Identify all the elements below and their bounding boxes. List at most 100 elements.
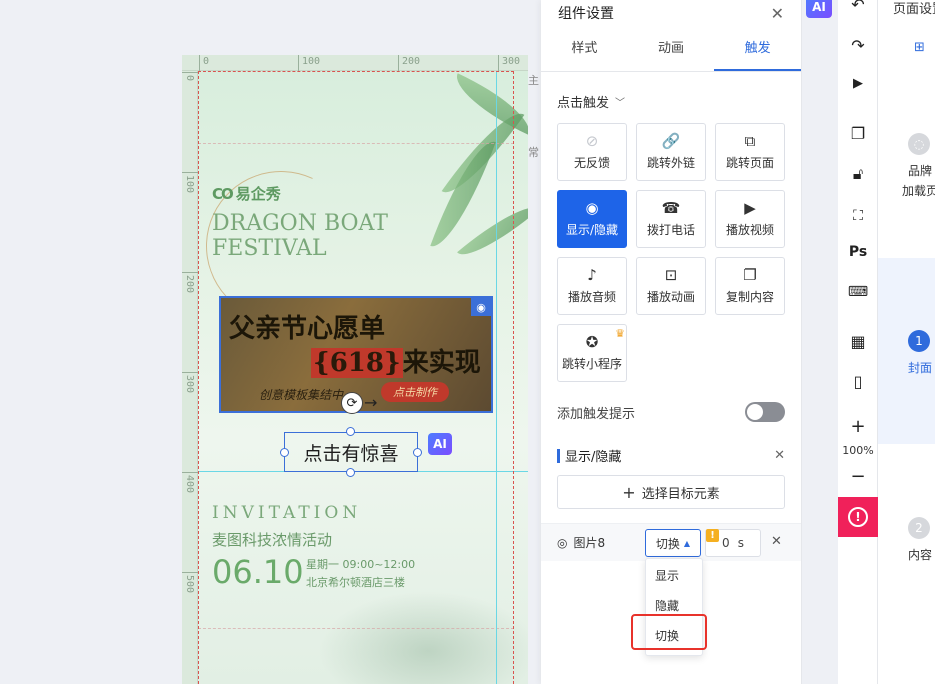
banner-cta: 点击制作 bbox=[381, 382, 449, 402]
resize-handle[interactable] bbox=[346, 468, 355, 477]
action-show-hide[interactable]: ◉ 显示/隐藏 bbox=[557, 190, 627, 248]
play-icon[interactable]: ▶ bbox=[838, 76, 878, 91]
scan-text-icon[interactable]: ⛶ bbox=[838, 208, 878, 224]
action-play-video[interactable]: ▶ 播放视频 bbox=[715, 190, 785, 248]
page-label[interactable]: 品牌 bbox=[908, 162, 932, 179]
trigger-type-dropdown[interactable]: 点击触发 ﹀ bbox=[557, 92, 801, 111]
selected-text-element[interactable]: 点击有惊喜 bbox=[284, 432, 418, 472]
action-mini-program[interactable]: ♛ ✪ 跳转小程序 bbox=[557, 324, 627, 382]
pages-icon[interactable]: ❐ bbox=[838, 124, 878, 143]
chevron-down-icon: ﹀ bbox=[615, 98, 626, 109]
rotate-handle-icon[interactable]: ⟳ bbox=[341, 392, 363, 414]
banner-tagline: 创意模板集结中 bbox=[259, 388, 344, 402]
close-icon[interactable]: ✕ bbox=[774, 448, 785, 463]
animation-icon: ⊡ bbox=[664, 266, 678, 284]
resize-handle[interactable] bbox=[280, 448, 289, 457]
ai-button[interactable]: AI bbox=[806, 0, 832, 18]
action-jump-page[interactable]: ⧉ 跳转页面 bbox=[715, 123, 785, 181]
event-date[interactable]: 06.10 bbox=[212, 553, 304, 591]
action-phone-call[interactable]: ☎ 拨打电话 bbox=[636, 190, 706, 248]
lock-icon[interactable]: 🔓︎ bbox=[838, 164, 878, 184]
event-name[interactable]: 麦图科技浓情活动 bbox=[212, 529, 332, 550]
action-label: 拨打电话 bbox=[646, 223, 695, 237]
bamboo-leaf-icon bbox=[457, 194, 528, 268]
toggle-knob bbox=[747, 404, 763, 420]
play-circle-icon: ▶ bbox=[744, 199, 756, 217]
trigger-hint-label: 添加触发提示 bbox=[557, 406, 636, 422]
show-hide-section-header: 显示/隐藏 ✕ bbox=[557, 446, 785, 465]
action-copy-content[interactable]: ❐ 复制内容 bbox=[715, 257, 785, 315]
editor-canvas[interactable]: 0 100 200 300 0 100 200 300 400 500 CO 易… bbox=[0, 0, 541, 684]
resize-handle[interactable] bbox=[346, 427, 355, 436]
action-label: 跳转页面 bbox=[725, 156, 774, 170]
mobile-icon[interactable]: ▯ bbox=[838, 372, 878, 391]
ruler-tick: 300 bbox=[184, 375, 195, 394]
undo-icon[interactable]: ↶ bbox=[838, 0, 878, 14]
action-no-feedback[interactable]: ⊘ 无反馈 bbox=[557, 123, 627, 181]
close-icon[interactable]: ✕ bbox=[771, 4, 784, 23]
side-label: 主 bbox=[528, 74, 539, 87]
ruler-tick: 400 bbox=[184, 475, 195, 494]
ruler-tick: 200 bbox=[184, 275, 195, 294]
logo-text: 易企秀 bbox=[235, 185, 281, 203]
zoom-in-icon[interactable]: + bbox=[838, 416, 878, 437]
alert-button[interactable]: ! bbox=[838, 497, 878, 537]
brand-logo[interactable]: CO 易企秀 bbox=[212, 183, 281, 204]
mode-select-value: 切换 bbox=[655, 536, 680, 551]
page-label[interactable]: 内容 bbox=[908, 546, 932, 563]
ps-icon[interactable]: Ps bbox=[838, 244, 878, 260]
page-label[interactable]: 加载页 bbox=[902, 182, 935, 199]
safe-area-line bbox=[198, 143, 514, 144]
select-target-button[interactable]: + 选择目标元素 bbox=[557, 475, 785, 509]
zoom-out-icon[interactable]: − bbox=[838, 466, 878, 487]
ruler-tick: 100 bbox=[184, 175, 195, 194]
close-icon[interactable]: ✕ bbox=[771, 534, 782, 549]
grid-icon[interactable]: ⊞ bbox=[914, 40, 925, 55]
tab-style[interactable]: 样式 bbox=[541, 26, 628, 71]
loading-page-icon: ◌ bbox=[908, 133, 930, 155]
arrow-decoration: → bbox=[364, 393, 378, 412]
trigger-hint-toggle[interactable] bbox=[745, 402, 785, 422]
mode-option-show[interactable]: 显示 bbox=[646, 561, 702, 591]
event-time[interactable]: 星期一 09:00~12:00 bbox=[306, 556, 415, 572]
poster-page[interactable]: CO 易企秀 DRAGON BOAT FESTIVAL 父亲节心愿单 {618}… bbox=[198, 71, 528, 684]
page-label[interactable]: 封面 bbox=[908, 359, 932, 376]
keyboard-icon[interactable]: ⌨ bbox=[838, 284, 878, 300]
tab-animation[interactable]: 动画 bbox=[628, 26, 715, 71]
select-target-label: 选择目标元素 bbox=[641, 486, 720, 502]
vertical-toolbar: ↶ ↷ ▶ ❐ 🔓︎ ⛶ Ps ⌨ ▦ ▯ + 100% − ! bbox=[838, 0, 878, 684]
action-label: 复制内容 bbox=[725, 290, 774, 304]
action-external-link[interactable]: 🔗 跳转外链 bbox=[636, 123, 706, 181]
festival-title[interactable]: DRAGON BOAT FESTIVAL bbox=[212, 211, 452, 261]
mode-select[interactable]: 切换 ▲ bbox=[645, 529, 701, 557]
delay-value: 0 bbox=[722, 536, 730, 550]
caret-up-icon: ▲ bbox=[683, 538, 691, 548]
no-entry-icon: ⊘ bbox=[585, 132, 599, 150]
ruler-tick: 500 bbox=[184, 575, 195, 594]
invitation-heading[interactable]: INVITATION bbox=[212, 503, 361, 523]
crown-icon: ♛ bbox=[615, 327, 625, 340]
safe-area-line bbox=[198, 628, 514, 629]
zoom-level: 100% bbox=[842, 444, 874, 457]
selected-page-bg[interactable] bbox=[878, 258, 935, 444]
trigger-action-grid: ⊘ 无反馈 🔗 跳转外链 ⧉ 跳转页面 ◉ 显示/隐藏 ☎ 拨打电话 ▶ 播放视… bbox=[557, 123, 801, 382]
settings-tabs: 样式 动画 触发 bbox=[541, 26, 802, 72]
action-play-audio[interactable]: ♪ 播放音频 bbox=[557, 257, 627, 315]
ruler-tick: 100 bbox=[302, 56, 321, 67]
highlight-box bbox=[631, 614, 707, 650]
ruler-tick: 0 bbox=[203, 56, 210, 67]
side-label: 常 bbox=[528, 146, 539, 159]
banner-number: {618} bbox=[311, 348, 403, 378]
page-settings-title: 页面设置 bbox=[893, 2, 935, 17]
redo-icon[interactable]: ↷ bbox=[838, 36, 878, 55]
trigger-type-label: 点击触发 bbox=[557, 96, 610, 111]
resize-handle[interactable] bbox=[413, 448, 422, 457]
tab-trigger[interactable]: 触发 bbox=[714, 26, 802, 71]
grid-icon[interactable]: ▦ bbox=[838, 332, 878, 351]
event-place[interactable]: 北京希尔顿酒店三楼 bbox=[306, 574, 405, 590]
snap-guide bbox=[496, 71, 497, 684]
ai-assist-button[interactable]: AI bbox=[428, 433, 452, 455]
action-play-animation[interactable]: ⊡ 播放动画 bbox=[636, 257, 706, 315]
panel-header: 组件设置 ✕ bbox=[541, 0, 801, 26]
eye-off-icon: ◎ bbox=[557, 535, 568, 550]
